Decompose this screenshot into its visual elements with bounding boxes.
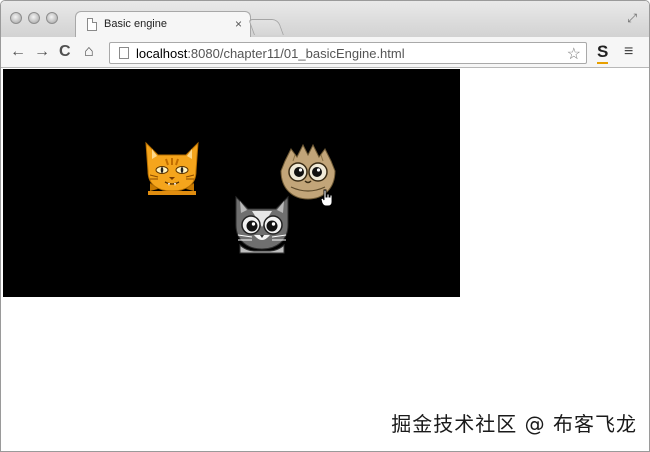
- zoom-window-icon[interactable]: [46, 12, 58, 24]
- star-icon[interactable]: ☆: [567, 44, 581, 64]
- tab-title: Basic engine: [104, 18, 167, 30]
- address-bar[interactable]: localhost:8080/chapter11/01_basicEngine.…: [109, 42, 587, 64]
- orange-cat-sprite[interactable]: [140, 137, 204, 197]
- forward-arrow-icon[interactable]: →: [34, 43, 50, 61]
- gray-cat-sprite[interactable]: [230, 193, 294, 255]
- tab-close-icon[interactable]: ×: [235, 17, 242, 31]
- minimize-window-icon[interactable]: [28, 12, 40, 24]
- menu-icon[interactable]: ≡: [624, 43, 633, 61]
- page-icon: [119, 47, 129, 59]
- browser-window: Basic engine × ⤢ ← → C ⌂ localhost:8080/…: [0, 0, 650, 452]
- tab-basic-engine[interactable]: Basic engine ×: [75, 11, 251, 37]
- watermark-text: 掘金技术社区 @ 布客飞龙: [391, 412, 637, 436]
- fullscreen-icon[interactable]: ⤢: [627, 11, 637, 26]
- reload-icon[interactable]: C: [59, 43, 71, 61]
- extension-icon[interactable]: S: [597, 42, 609, 64]
- browser-toolbar: ← → C ⌂ localhost:8080/chapter11/01_basi…: [1, 37, 649, 68]
- new-tab-button[interactable]: [248, 19, 284, 35]
- game-canvas[interactable]: [3, 69, 460, 297]
- url-host: localhost: [136, 46, 188, 61]
- page-icon: [87, 18, 97, 31]
- back-arrow-icon[interactable]: ←: [10, 43, 26, 61]
- page-viewport: 掘金技术社区 @ 布客飞龙: [1, 68, 649, 451]
- close-window-icon[interactable]: [10, 12, 22, 24]
- home-icon[interactable]: ⌂: [84, 43, 94, 61]
- address-url[interactable]: localhost:8080/chapter11/01_basicEngine.…: [136, 46, 405, 61]
- tab-strip: Basic engine × ⤢: [1, 1, 649, 37]
- url-path: :8080/chapter11/01_basicEngine.html: [187, 46, 405, 61]
- hand-cursor-icon: [320, 189, 333, 207]
